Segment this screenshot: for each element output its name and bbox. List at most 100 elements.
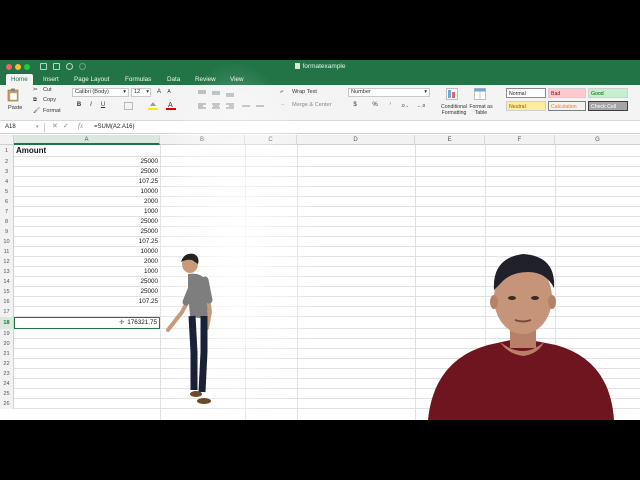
cell-a24[interactable] [14,379,160,389]
cell-a20[interactable] [14,339,160,349]
confirm-icon[interactable]: ✓ [63,122,69,130]
style-bad[interactable]: Bad [548,88,586,98]
column-header-g[interactable]: G [555,135,640,145]
cut-button[interactable]: Cut [43,87,52,93]
conditional-formatting-icon[interactable] [446,88,458,100]
decrease-decimal-icon[interactable]: ←.0 [416,101,426,110]
row-header[interactable]: 22 [0,359,14,369]
row-header[interactable]: 6 [0,197,14,207]
column-header-e[interactable]: E [415,135,485,145]
paste-icon[interactable] [7,88,19,102]
row-header[interactable]: 12 [0,257,14,267]
total-cell-a18[interactable]: ✢ 176321.75 [14,317,160,329]
row-header[interactable]: 1 [0,145,14,157]
tab-view[interactable]: View [225,74,249,85]
wrap-text-button[interactable]: Wrap Text [292,89,317,95]
row-header[interactable]: 3 [0,167,14,177]
tab-home[interactable]: Home [6,74,33,85]
row-header[interactable]: 18 [0,317,14,329]
column-header-d[interactable]: D [297,135,415,145]
cell-a9[interactable]: 25000 [14,227,160,237]
amount-header-cell[interactable]: Amount [14,145,160,157]
chevron-down-icon[interactable]: ▾ [36,124,39,130]
row-header[interactable]: 7 [0,207,14,217]
cell-a25[interactable] [14,389,160,399]
cell-a21[interactable] [14,349,160,359]
copy-icon[interactable]: ⧉ [33,97,37,104]
row-header[interactable]: 16 [0,297,14,307]
row-header[interactable]: 13 [0,267,14,277]
font-color-icon[interactable]: A [166,101,176,110]
font-name-select[interactable]: Calibri (Body) ▾ [72,88,129,97]
copy-button[interactable]: Copy [43,97,56,103]
row-header[interactable]: 9 [0,227,14,237]
wrap-text-icon[interactable]: ⤶ [280,89,283,96]
row-header[interactable]: 21 [0,349,14,359]
vertical-align-icon[interactable] [196,89,240,97]
fx-icon[interactable]: fx [78,122,83,130]
row-header[interactable]: 8 [0,217,14,227]
currency-icon[interactable]: $ [350,101,360,110]
formula-input[interactable]: =SUM(A2:A16) [94,123,135,132]
cell-a12[interactable]: 2000 [14,257,160,267]
style-neutral[interactable]: Neutral [506,101,546,111]
row-header[interactable]: 11 [0,247,14,257]
italic-icon[interactable]: I [86,101,96,110]
row-header[interactable]: 26 [0,399,14,409]
cell-a2[interactable]: 25000 [14,157,160,167]
cell-a6[interactable]: 2000 [14,197,160,207]
cell-a15[interactable]: 25000 [14,287,160,297]
row-header[interactable]: 19 [0,329,14,339]
cell-a5[interactable]: 10000 [14,187,160,197]
decrease-font-icon[interactable]: A [164,88,174,97]
number-format-select[interactable]: Number ▾ [348,88,430,97]
column-header-c[interactable]: C [245,135,297,145]
format-painter-icon[interactable]: 🖌 [33,108,40,114]
cell-a26[interactable] [14,399,160,409]
format-as-table-button[interactable]: Format as Table [469,104,493,116]
increase-font-icon[interactable]: A [154,88,164,97]
increase-decimal-icon[interactable]: .0→ [400,101,410,110]
cell-a14[interactable]: 25000 [14,277,160,287]
conditional-formatting-button[interactable]: Conditional Formatting [439,104,469,116]
column-header-f[interactable]: F [485,135,555,145]
tab-review[interactable]: Review [190,74,221,85]
style-calculation[interactable]: Calculation [548,101,586,111]
row-header[interactable]: 2 [0,157,14,167]
bold-icon[interactable]: B [74,101,84,110]
cell-a7[interactable]: 1000 [14,207,160,217]
cell-a3[interactable]: 25000 [14,167,160,177]
tab-formulas[interactable]: Formulas [120,74,156,85]
percent-icon[interactable]: % [370,101,380,110]
row-header[interactable]: 10 [0,237,14,247]
row-header[interactable]: 5 [0,187,14,197]
fill-color-icon[interactable] [148,101,158,110]
font-size-select[interactable]: 12 ▾ [131,88,151,97]
tab-page-layout[interactable]: Page Layout [69,74,114,85]
merge-center-button[interactable]: Merge & Center [292,102,331,108]
cell-a13[interactable]: 1000 [14,267,160,277]
format-painter-button[interactable]: Format [43,108,61,114]
style-normal[interactable]: Normal [506,88,546,98]
row-header[interactable]: 24 [0,379,14,389]
column-header-b[interactable]: B [160,135,245,145]
column-header-a[interactable]: A [14,135,160,145]
borders-icon[interactable] [124,102,133,110]
cell-a10[interactable]: 107.25 [14,237,160,247]
tab-data[interactable]: Data [162,74,185,85]
merge-icon[interactable]: ⇔ [280,102,286,108]
cell-a8[interactable]: 25000 [14,217,160,227]
style-check-cell[interactable]: Check Cell [588,101,628,111]
format-as-table-icon[interactable] [474,88,486,100]
paste-label[interactable]: Paste [8,105,22,111]
comma-style-icon[interactable]: ⁾ [385,101,395,110]
cell-a4[interactable]: 107.25 [14,177,160,187]
row-header[interactable]: 23 [0,369,14,379]
cell-a11[interactable]: 10000 [14,247,160,257]
tab-insert[interactable]: Insert [38,74,64,85]
row-header[interactable]: 4 [0,177,14,187]
row-header[interactable]: 20 [0,339,14,349]
row-header[interactable]: 17 [0,307,14,317]
cell-a23[interactable] [14,369,160,379]
row-header[interactable]: 15 [0,287,14,297]
